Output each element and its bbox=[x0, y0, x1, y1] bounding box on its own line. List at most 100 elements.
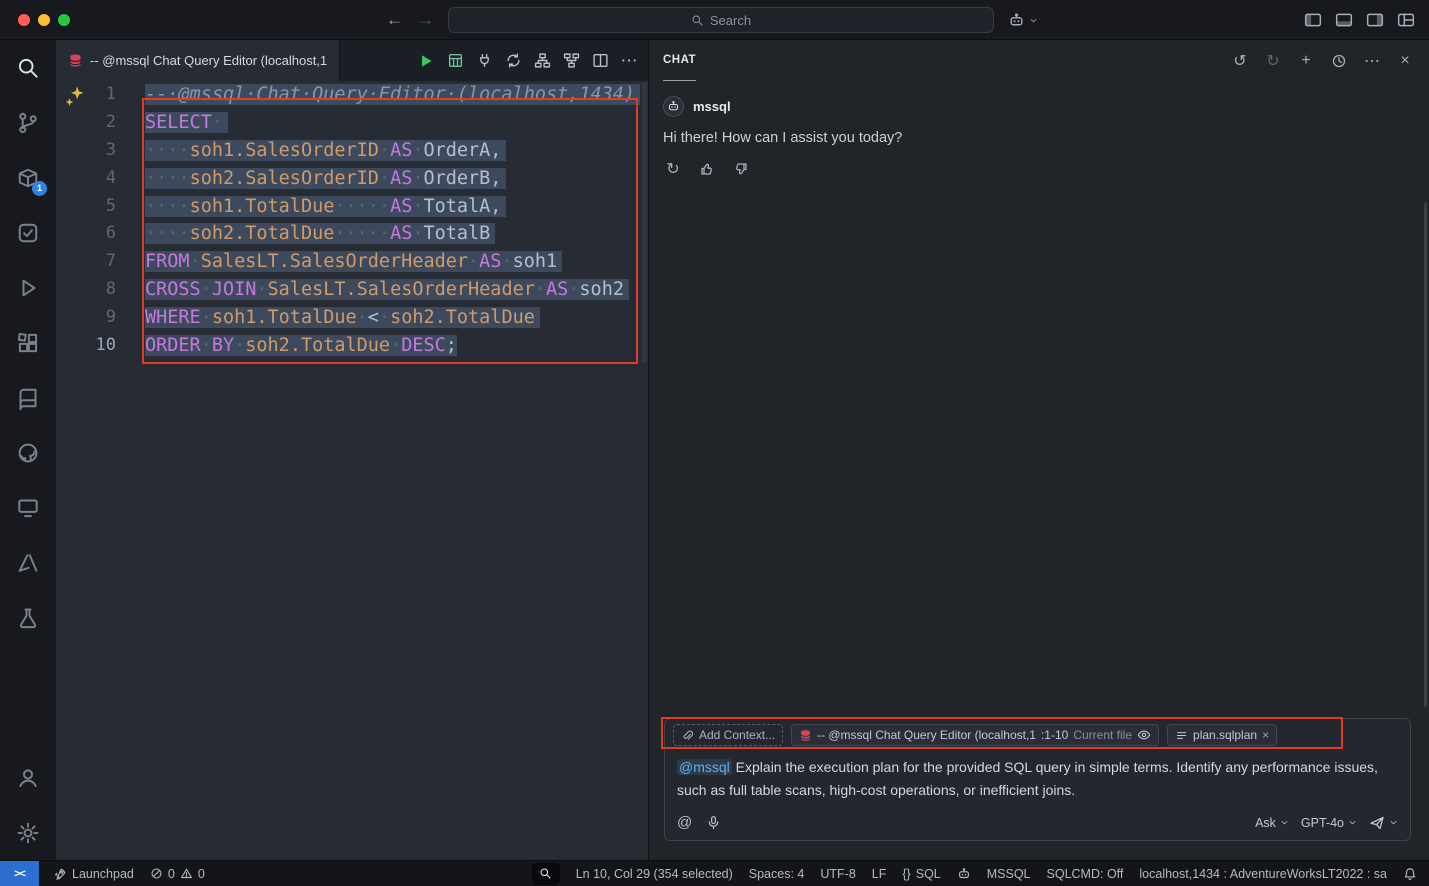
package-explorer-icon[interactable]: 1 bbox=[0, 150, 56, 205]
editor-tab[interactable]: -- @mssql Chat Query Editor (localhost,1 bbox=[56, 40, 340, 81]
window-controls bbox=[18, 14, 70, 26]
launchpad-item[interactable]: Launchpad bbox=[53, 867, 134, 881]
mssql-mention[interactable]: @mssql bbox=[677, 759, 732, 775]
remove-chip-icon[interactable]: × bbox=[1262, 728, 1269, 742]
line-number[interactable]: 10 bbox=[56, 332, 116, 360]
new-chat-icon[interactable]: + bbox=[1296, 51, 1316, 71]
navigate-forward-icon[interactable]: → bbox=[417, 10, 434, 30]
run-debug-icon[interactable] bbox=[0, 260, 56, 315]
mssql-flask-icon[interactable] bbox=[0, 590, 56, 645]
code-editor[interactable]: 12345678910 --·@mssql·Chat·Query·Editor·… bbox=[56, 81, 648, 860]
close-window-button[interactable] bbox=[18, 14, 30, 26]
settings-gear-icon[interactable] bbox=[0, 805, 56, 860]
zoom-window-button[interactable] bbox=[58, 14, 70, 26]
model-picker[interactable]: GPT-4o bbox=[1301, 816, 1357, 830]
line-number[interactable]: 3 bbox=[56, 137, 116, 165]
line-number[interactable]: 8 bbox=[56, 276, 116, 304]
account-icon[interactable] bbox=[0, 750, 56, 805]
thumbs-down-icon[interactable] bbox=[731, 159, 751, 179]
estimated-plan-button[interactable] bbox=[560, 50, 582, 72]
code-line[interactable]: ····soh1.SalesOrderID·AS·OrderA, bbox=[145, 137, 648, 165]
cursor-position-item[interactable]: Ln 10, Col 29 (354 selected) bbox=[576, 867, 733, 881]
mssql-database-icon bbox=[799, 729, 812, 742]
source-control-icon[interactable] bbox=[0, 95, 56, 150]
context-attachments: Add Context... -- @mssql Chat Query Edit… bbox=[665, 719, 1410, 751]
more-actions-icon[interactable]: ⋯ bbox=[618, 50, 640, 72]
copilot-status-icon[interactable] bbox=[957, 867, 971, 881]
remote-indicator[interactable]: >< bbox=[0, 861, 39, 886]
magnifier-icon bbox=[539, 867, 552, 880]
current-file-chip[interactable]: -- @mssql Chat Query Editor (localhost,1… bbox=[791, 724, 1159, 746]
send-button[interactable] bbox=[1369, 815, 1398, 831]
code-line[interactable]: ····soh2.SalesOrderID·AS·OrderB, bbox=[145, 165, 648, 193]
toggle-sidebar-icon[interactable] bbox=[1304, 11, 1322, 29]
connection-status-item[interactable]: localhost,1434 : AdventureWorksLT2022 : … bbox=[1139, 867, 1387, 881]
tasks-check-icon[interactable] bbox=[0, 205, 56, 260]
split-editor-button[interactable] bbox=[589, 50, 611, 72]
code-line[interactable]: ORDER·BY·soh2.TotalDue·DESC; bbox=[145, 332, 648, 360]
indentation-item[interactable]: Spaces: 4 bbox=[749, 867, 805, 881]
query-plan-button[interactable] bbox=[531, 50, 553, 72]
change-connection-button[interactable] bbox=[502, 50, 524, 72]
run-query-button[interactable] bbox=[415, 50, 437, 72]
error-count: 0 bbox=[168, 867, 175, 881]
notifications-bell-icon[interactable] bbox=[1403, 867, 1417, 881]
line-number[interactable]: 5 bbox=[56, 193, 116, 221]
eye-icon[interactable] bbox=[1137, 728, 1151, 742]
regenerate-icon[interactable]: ↻ bbox=[663, 159, 683, 179]
chat-input-box[interactable]: Add Context... -- @mssql Chat Query Edit… bbox=[664, 718, 1411, 841]
line-number[interactable]: 6 bbox=[56, 220, 116, 248]
eol-item[interactable]: LF bbox=[872, 867, 887, 881]
line-number[interactable]: 2 bbox=[56, 109, 116, 137]
line-number[interactable]: 4 bbox=[56, 165, 116, 193]
docs-book-icon[interactable] bbox=[0, 370, 56, 425]
navigate-back-icon[interactable]: ← bbox=[386, 10, 403, 30]
encoding-item[interactable]: UTF-8 bbox=[820, 867, 855, 881]
mssql-avatar bbox=[663, 96, 684, 117]
mention-icon[interactable]: @ bbox=[677, 814, 692, 831]
plan-file-chip[interactable]: plan.sqlplan × bbox=[1167, 724, 1277, 746]
chat-input-text[interactable]: @mssql Explain the execution plan for th… bbox=[665, 751, 1410, 802]
extensions-icon[interactable] bbox=[0, 315, 56, 370]
language-mode-item[interactable]: {} SQL bbox=[902, 867, 940, 881]
copilot-menu-button[interactable] bbox=[1008, 9, 1038, 31]
line-number[interactable]: 7 bbox=[56, 248, 116, 276]
chat-scrollbar[interactable] bbox=[1424, 202, 1427, 707]
toggle-panel-icon[interactable] bbox=[1335, 11, 1353, 29]
problems-item[interactable]: 0 0 bbox=[150, 867, 205, 881]
github-icon[interactable] bbox=[0, 425, 56, 480]
close-chat-icon[interactable]: × bbox=[1395, 51, 1415, 71]
code-line[interactable]: --·@mssql·Chat·Query·Editor·(localhost,1… bbox=[145, 81, 648, 109]
azure-icon[interactable] bbox=[0, 535, 56, 590]
redo-chat-icon[interactable]: ↻ bbox=[1263, 51, 1283, 71]
thumbs-up-icon[interactable] bbox=[697, 159, 717, 179]
remote-explorer-icon[interactable] bbox=[0, 480, 56, 535]
code-line[interactable]: ····soh2.TotalDue·····AS·TotalB bbox=[145, 220, 648, 248]
chat-more-icon[interactable]: ⋯ bbox=[1362, 51, 1382, 71]
code-line[interactable]: ····soh1.TotalDue·····AS·TotalA, bbox=[145, 193, 648, 221]
toggle-secondary-sidebar-icon[interactable] bbox=[1366, 11, 1384, 29]
chat-mode-picker[interactable]: Ask bbox=[1255, 816, 1289, 830]
chevron-down-icon bbox=[1029, 16, 1038, 25]
command-center-search[interactable]: Search bbox=[448, 7, 994, 33]
line-number[interactable]: 9 bbox=[56, 304, 116, 332]
mic-icon[interactable] bbox=[706, 815, 721, 830]
warning-count: 0 bbox=[198, 867, 205, 881]
search-view-icon[interactable] bbox=[0, 40, 56, 95]
minimize-window-button[interactable] bbox=[38, 14, 50, 26]
chat-history-icon[interactable] bbox=[1329, 51, 1349, 71]
code-line[interactable]: CROSS·JOIN·SalesLT.SalesOrderHeader·AS·s… bbox=[145, 276, 648, 304]
vscode-window: ← → Search 1 bbox=[0, 0, 1429, 886]
open-results-grid-button[interactable] bbox=[444, 50, 466, 72]
sqlcmd-status-item[interactable]: SQLCMD: Off bbox=[1047, 867, 1124, 881]
chevron-down-icon bbox=[1389, 818, 1398, 827]
undo-chat-icon[interactable]: ↺ bbox=[1230, 51, 1250, 71]
code-line[interactable]: FROM·SalesLT.SalesOrderHeader·AS·soh1 bbox=[145, 248, 648, 276]
add-context-button[interactable]: Add Context... bbox=[673, 724, 783, 746]
mssql-status-item[interactable]: MSSQL bbox=[987, 867, 1031, 881]
line-number[interactable]: 1 bbox=[56, 81, 116, 109]
connect-plug-button[interactable] bbox=[473, 50, 495, 72]
customize-layout-icon[interactable] bbox=[1397, 11, 1415, 29]
code-line[interactable]: WHERE·soh1.TotalDue·<·soh2.TotalDue bbox=[145, 304, 648, 332]
code-line[interactable]: SELECT· bbox=[145, 109, 648, 137]
